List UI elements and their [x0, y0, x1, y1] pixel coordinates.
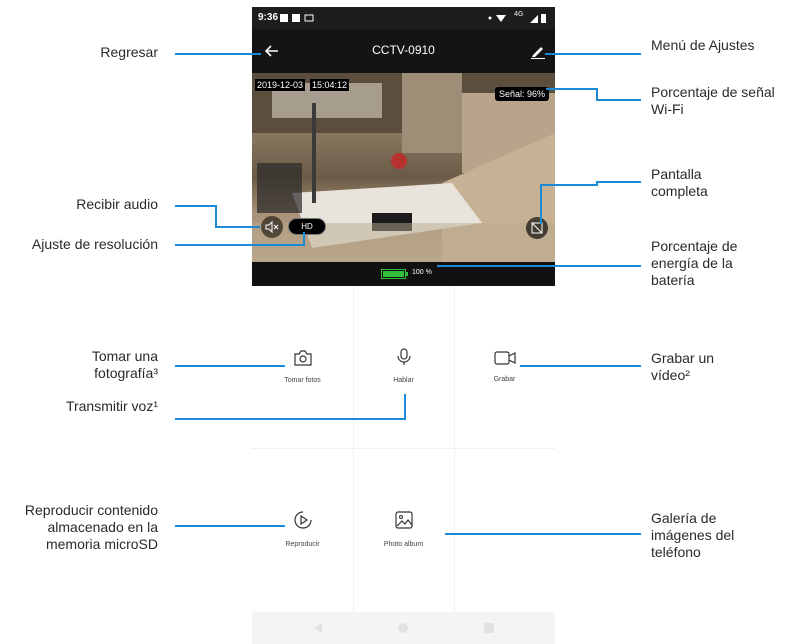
microphone-icon: [396, 348, 411, 365]
callout-line: [596, 99, 641, 101]
callout-line: [546, 88, 598, 90]
callout-record: Grabar un vídeo²: [651, 350, 715, 383]
take-photo-button[interactable]: Tomar fotos: [252, 350, 353, 384]
resolution-button[interactable]: HD: [288, 218, 326, 235]
fullscreen-icon: [531, 222, 543, 234]
talk-button[interactable]: Hablar: [353, 348, 454, 384]
nav-buttons[interactable]: [252, 612, 555, 644]
camera-title: CCTV-0910: [372, 43, 435, 57]
fullscreen-button[interactable]: [526, 217, 548, 239]
camera-icon: [293, 350, 312, 366]
callout-fullscreen: Pantalla completa: [651, 166, 708, 199]
record-label: Grabar: [493, 376, 516, 383]
wifi-signal-badge: Señal: 96%: [494, 87, 549, 101]
app-bar: CCTV-0910: [252, 29, 555, 73]
status-bar: 9:36 4G: [252, 7, 555, 29]
record-button[interactable]: Grabar: [454, 351, 555, 383]
photo-album-label: Photo album: [383, 541, 424, 548]
callout-line: [175, 244, 305, 246]
callout-battery: Porcentaje de energía de la batería: [651, 238, 738, 288]
video-time: 15:04:12: [310, 79, 350, 91]
talk-label: Hablar: [393, 377, 414, 384]
callout-wifi: Porcentaje de señal Wi-Fi: [651, 84, 775, 117]
callout-line: [215, 226, 260, 228]
callout-line: [540, 184, 598, 186]
phone-screen: 9:36 4G CCTV-0910 2019-12-03 15:04:12 Se…: [252, 7, 555, 644]
callout-line: [437, 265, 641, 267]
callout-line: [545, 53, 641, 55]
callout-line: [175, 525, 285, 527]
playback-button[interactable]: Reproducir: [252, 510, 353, 548]
callout-audio: Recibir audio: [76, 196, 158, 212]
image-icon: [394, 511, 413, 529]
play-circle-icon: [293, 511, 312, 529]
callout-line: [445, 533, 641, 535]
callout-line: [596, 181, 641, 183]
callout-resolution: Ajuste de resolución: [31, 236, 158, 252]
battery-icon: [381, 269, 408, 279]
callout-line: [175, 53, 261, 55]
callout-line: [215, 205, 217, 228]
status-right-icons: [488, 14, 546, 23]
system-nav-bar: [252, 612, 555, 644]
callout-line: [404, 394, 406, 420]
callout-playback: Reproducir contenido almacenado en la me…: [24, 502, 158, 552]
callout-line: [520, 365, 641, 367]
playback-label: Reproducir: [285, 541, 320, 548]
video-camera-icon: [493, 351, 516, 365]
live-video-feed[interactable]: 2019-12-03 15:04:12 Señal: 96% HD: [252, 73, 555, 262]
callout-line: [540, 184, 542, 224]
photo-album-button[interactable]: Photo album: [353, 510, 454, 548]
callout-gallery: Galería de imágenes del teléfono: [651, 510, 735, 560]
callout-line: [175, 205, 217, 207]
callout-line: [303, 232, 305, 246]
mute-button[interactable]: [261, 216, 283, 238]
video-date: 2019-12-03: [255, 79, 306, 91]
grid-divider: [252, 448, 555, 449]
callout-talk: Transmitir voz¹: [65, 398, 158, 414]
pencil-icon[interactable]: [530, 43, 546, 59]
grid-divider: [454, 286, 455, 612]
battery-percent: 100 %: [412, 269, 432, 276]
callout-line: [175, 365, 285, 367]
callout-photo: Tomar una fotografía³: [91, 348, 158, 381]
take-photo-label: Tomar fotos: [284, 377, 321, 384]
callout-back: Regresar: [100, 44, 158, 60]
speaker-mute-icon: [265, 220, 279, 234]
callout-settings: Menú de Ajustes: [651, 37, 755, 53]
grid-divider: [353, 286, 354, 612]
status-time: 9:36: [258, 12, 279, 23]
notification-icons: [280, 14, 314, 22]
callout-line: [175, 418, 406, 420]
